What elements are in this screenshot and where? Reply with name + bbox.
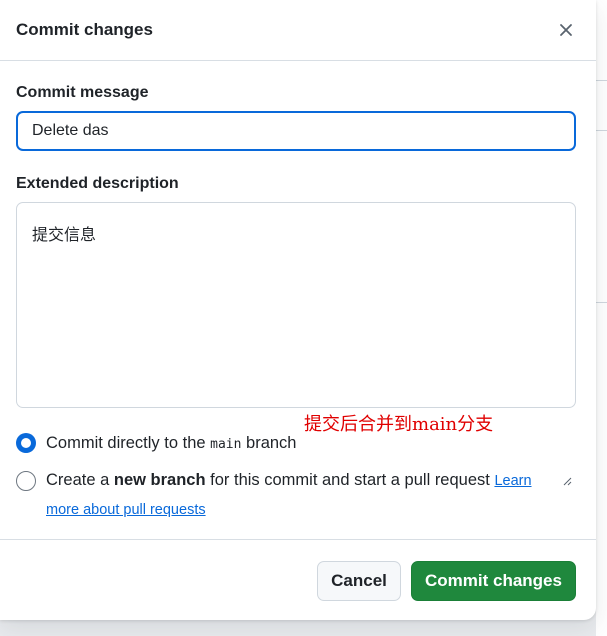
option-commit-directly[interactable]: Commit directly to the main branch — [16, 432, 580, 456]
commit-dialog: Commit changes Commit message Extended d… — [0, 0, 596, 620]
radio-commit-directly[interactable] — [16, 433, 36, 453]
dialog-header: Commit changes — [0, 0, 596, 61]
background-page — [596, 0, 607, 636]
commit-options: Commit directly to the main branch Creat… — [16, 432, 580, 524]
extended-description-label: Extended description — [16, 175, 179, 192]
annotation-note: 提交后合并到main分支 — [304, 414, 494, 435]
commit-message-input[interactable] — [16, 111, 576, 151]
background-divider — [596, 80, 607, 81]
branch-name: main — [210, 437, 242, 452]
option-new-branch-label: Create a new branch for this commit and … — [46, 471, 532, 518]
extended-description-textarea[interactable]: 提交信息 — [16, 202, 576, 408]
commit-changes-button[interactable]: Commit changes — [411, 561, 576, 601]
dialog-footer: Cancel Commit changes — [0, 539, 596, 620]
background-divider — [596, 302, 607, 303]
dialog-title: Commit changes — [16, 20, 153, 39]
close-icon — [560, 24, 572, 36]
radio-new-branch[interactable] — [16, 471, 36, 491]
commit-message-label: Commit message — [16, 84, 149, 101]
cancel-button[interactable]: Cancel — [317, 561, 401, 601]
option-commit-directly-label: Commit directly to the main branch — [46, 434, 297, 452]
resize-grip-icon[interactable] — [562, 476, 572, 486]
background-divider — [596, 130, 607, 131]
dialog-body: Commit message Extended description 提交信息… — [0, 84, 596, 524]
option-new-branch[interactable]: Create a new branch for this commit and … — [16, 470, 580, 524]
close-button[interactable] — [554, 18, 578, 42]
